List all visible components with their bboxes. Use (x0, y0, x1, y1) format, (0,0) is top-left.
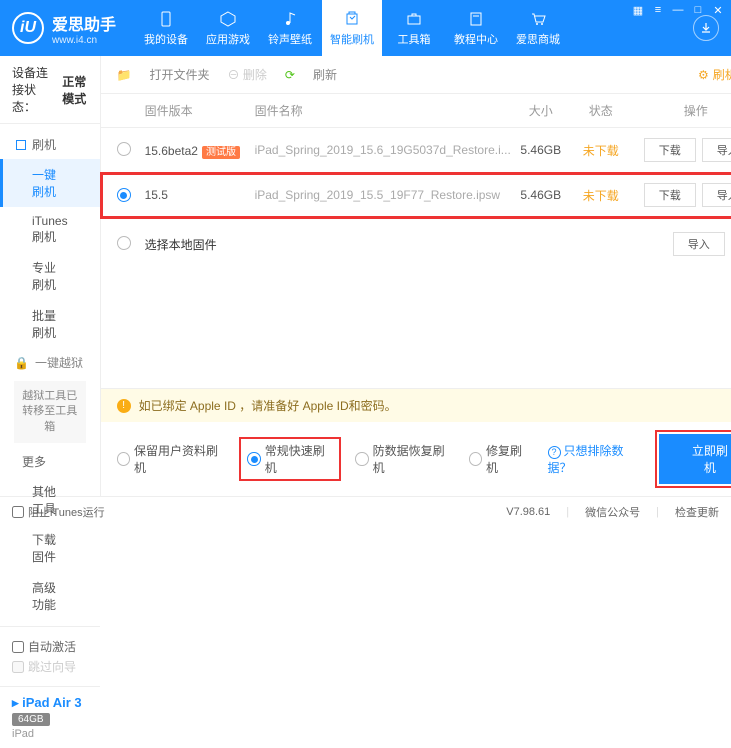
open-folder-button[interactable]: 打开文件夹 (150, 66, 210, 83)
device-capacity: 64GB (12, 713, 50, 726)
nav-book[interactable]: 教程中心 (446, 0, 506, 56)
col-ops: 操作 (631, 102, 731, 119)
wechat-link[interactable]: 微信公众号 (585, 504, 640, 520)
cart-icon (528, 9, 548, 29)
folder-icon: 📁 (117, 68, 132, 82)
logo: iU (12, 12, 44, 44)
mode-antirecovery[interactable]: 防数据恢复刷机 (355, 442, 452, 476)
device-panel[interactable]: iPad Air 3 64GB iPad (0, 686, 100, 748)
nav-cart[interactable]: 爱思商城 (508, 0, 568, 56)
refresh-button[interactable]: 刷新 (313, 66, 337, 83)
grid-icon[interactable]: ▦ (631, 4, 645, 17)
auto-activate-checkbox[interactable]: 自动激活 (12, 638, 88, 655)
nav-phone[interactable]: 我的设备 (136, 0, 196, 56)
col-version: 固件版本 (145, 102, 255, 119)
firmware-row[interactable]: 15.5iPad_Spring_2019_15.5_19F77_Restore.… (101, 173, 731, 218)
local-firmware-radio[interactable] (117, 236, 131, 250)
nav-apps[interactable]: 应用游戏 (198, 0, 258, 56)
brand-name: 爱思助手 (52, 11, 116, 35)
download-button[interactable]: 下载 (644, 183, 696, 207)
mode-keep[interactable]: 保留用户资料刷机 (117, 442, 226, 476)
gear-icon: ⚙ (698, 68, 709, 82)
minimize-icon[interactable]: — (671, 4, 685, 17)
row-radio[interactable] (117, 188, 131, 202)
jailbreak-note: 越狱工具已转移至工具箱 (14, 381, 86, 443)
connection-status: 设备连接状态：正常模式 (0, 56, 100, 124)
brand-url: www.i4.cn (52, 35, 116, 46)
close-icon[interactable]: ✕ (711, 4, 725, 17)
sidebar-item-0[interactable]: 一键刷机 (0, 159, 100, 207)
phone-icon (156, 9, 176, 29)
import-button[interactable]: 导入 (673, 232, 725, 256)
skip-guide-checkbox[interactable]: 跳过向导 (12, 658, 88, 675)
section-jailbreak[interactable]: 🔒一键越狱 (0, 348, 100, 377)
col-size: 大小 (511, 102, 571, 119)
warning-bar: ! 如已绑定 Apple ID ，请准备好 Apple ID和密码。 ✕ (101, 388, 731, 422)
info-icon: ! (117, 399, 131, 413)
lock-icon: 🔒 (14, 356, 29, 370)
flash-icon (342, 9, 362, 29)
apps-icon (218, 9, 238, 29)
flash-now-button[interactable]: 立即刷机 (659, 434, 731, 484)
music-icon (280, 9, 300, 29)
exclude-data-link[interactable]: ?只想排除数据？ (548, 442, 643, 476)
book-icon (466, 9, 486, 29)
nav-music[interactable]: 铃声壁纸 (260, 0, 320, 56)
delete-button: ⊖ 删除 (228, 66, 267, 83)
import-button[interactable]: 导入 (702, 183, 731, 207)
flash-settings-button[interactable]: ⚙刷机设置 (698, 66, 731, 83)
maximize-icon[interactable]: □ (691, 4, 705, 17)
row-radio[interactable] (117, 142, 131, 156)
refresh-icon: ⟳ (285, 68, 295, 82)
section-flash[interactable]: 刷机 (0, 130, 100, 159)
download-icon[interactable] (693, 15, 719, 41)
sidebar-item-3[interactable]: 批量刷机 (0, 300, 100, 348)
sidebar-item-2[interactable]: 专业刷机 (0, 252, 100, 300)
nav-flash[interactable]: 智能刷机 (322, 0, 382, 56)
mode-normal[interactable]: 常规快速刷机 (241, 439, 339, 479)
version-label: V7.98.61 (506, 506, 550, 518)
col-name: 固件名称 (255, 102, 511, 119)
sidebar-more-1[interactable]: 下载固件 (0, 524, 100, 572)
sidebar-item-1[interactable]: iTunes刷机 (0, 207, 100, 252)
download-button[interactable]: 下载 (644, 138, 696, 162)
check-update-link[interactable]: 检查更新 (675, 504, 719, 520)
nav-toolbox[interactable]: 工具箱 (384, 0, 444, 56)
import-button[interactable]: 导入 (702, 138, 731, 162)
firmware-row[interactable]: 15.6beta2测试版iPad_Spring_2019_15.6_19G503… (101, 128, 731, 173)
mode-repair[interactable]: 修复刷机 (469, 442, 532, 476)
local-firmware-label: 选择本地固件 (145, 236, 217, 253)
sidebar-more-0[interactable]: 其他工具 (0, 476, 100, 524)
section-more[interactable]: 更多 (0, 447, 100, 476)
settings-icon[interactable]: ≡ (651, 4, 665, 17)
col-status: 状态 (571, 102, 631, 119)
sidebar-more-2[interactable]: 高级功能 (0, 572, 100, 620)
toolbox-icon (404, 9, 424, 29)
